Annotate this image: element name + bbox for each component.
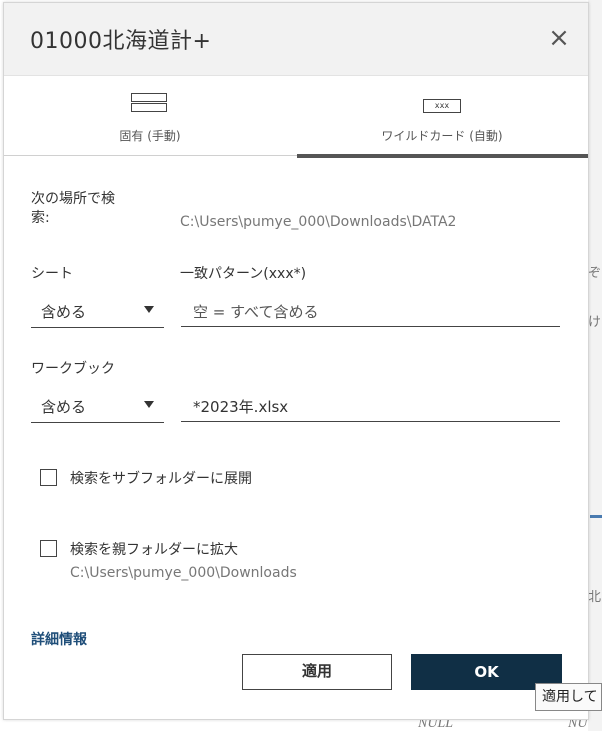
apply-button[interactable]: 適用 (242, 654, 392, 690)
workbook-label: ワークブック (31, 361, 115, 377)
workbook-mode-select[interactable]: 含める (31, 392, 164, 423)
tab-bar: 固有 (手動) xxx ワイルドカード (自動) (4, 75, 588, 159)
parent-folder-path: C:\Users\pumye_000\Downloads (70, 565, 297, 581)
parent-folder-label: 検索を親フォルダーに拡大 (70, 542, 238, 558)
tooltip: 適用して (535, 683, 602, 711)
tab-wildcard-auto[interactable]: xxx ワイルドカード (自動) (296, 75, 588, 159)
dialog: 01000北海道計+ × 固有 (手動) xxx ワイルドカード (自動) 次の… (3, 2, 589, 720)
sheet-pattern-input[interactable] (181, 297, 560, 327)
background-divider (590, 515, 602, 518)
dialog-title: 01000北海道計+ (30, 29, 212, 54)
dropdown-arrow-icon (144, 401, 154, 408)
tab-label: ワイルドカード (自動) (381, 129, 503, 143)
close-icon[interactable]: × (544, 23, 574, 53)
background-text: け (588, 315, 602, 330)
workbook-mode-value: 含める (41, 398, 87, 416)
tab-label: 固有 (手動) (119, 129, 181, 143)
details-link[interactable]: 詳細情報 (31, 629, 87, 649)
sheet-mode-select[interactable]: 含める (31, 297, 164, 328)
sheet-label: シート (31, 266, 73, 282)
active-tab-indicator (297, 154, 588, 158)
tab-fixed-manual[interactable]: 固有 (手動) (4, 75, 296, 159)
sheet-mode-value: 含める (41, 303, 87, 321)
search-location-label: 次の場所で検 索: (31, 191, 115, 226)
subfolders-checkbox[interactable] (40, 469, 57, 486)
pattern-label: 一致パターン(xxx*) (180, 266, 307, 282)
background-text: ぞ (588, 266, 602, 281)
background-panel (588, 0, 602, 731)
search-location-path: C:\Users\pumye_000\Downloads\DATA2 (180, 214, 457, 230)
dialog-titlebar: 01000北海道計+ × (4, 3, 588, 76)
background-text: 北 (588, 590, 602, 605)
subfolders-label: 検索をサブフォルダーに展開 (70, 471, 252, 487)
wildcard-icon: xxx (423, 99, 461, 113)
dropdown-arrow-icon (144, 306, 154, 313)
parent-folder-checkbox[interactable] (40, 540, 57, 557)
table-rows-icon (131, 93, 167, 119)
workbook-pattern-input[interactable] (181, 392, 560, 422)
